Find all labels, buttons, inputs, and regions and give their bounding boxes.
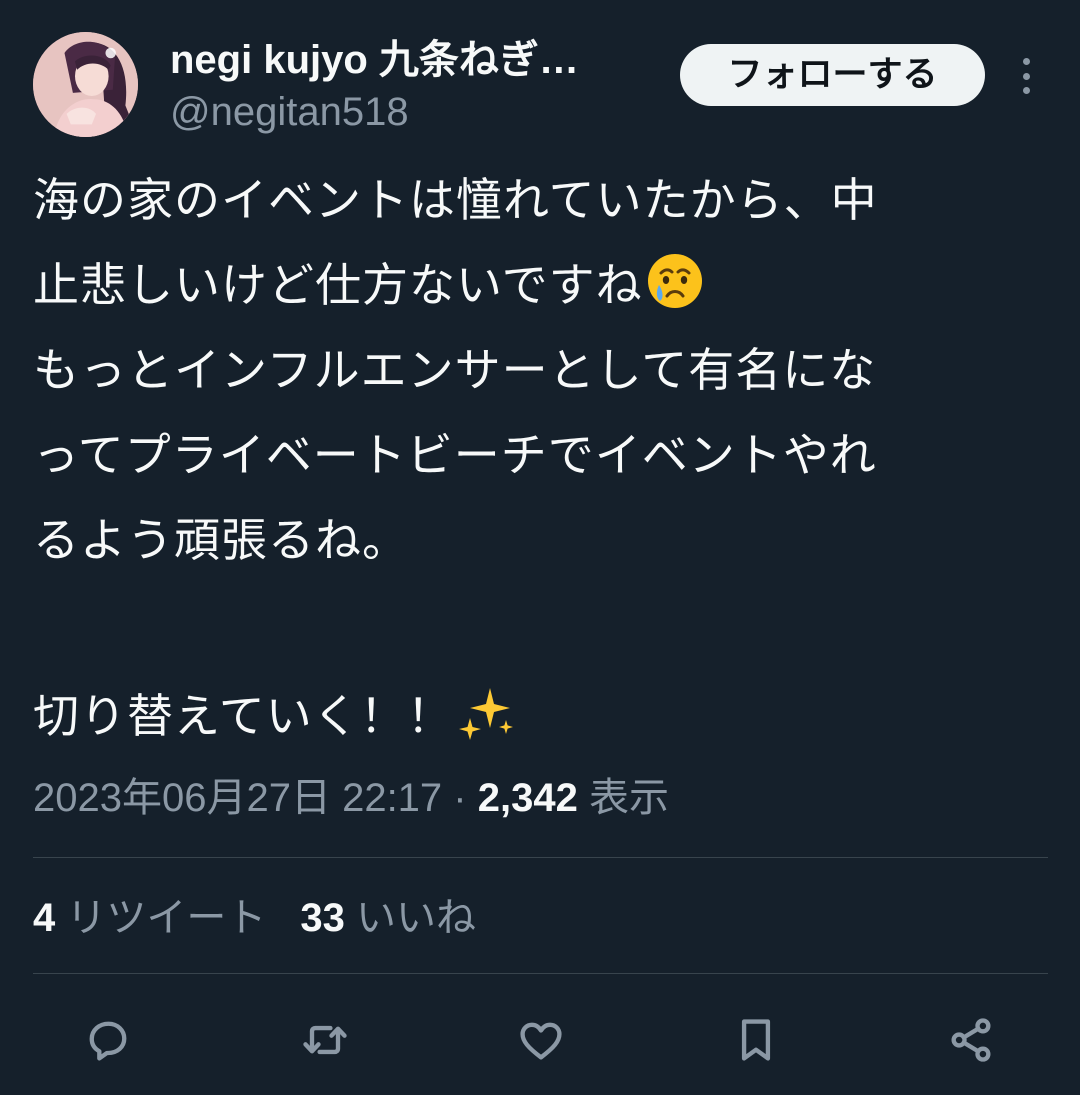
tweet-text-line: ってプライベートビーチでイベントやれ xyxy=(33,428,877,482)
tweet-text-line: 海の家のイベントは憧れていたから、中 xyxy=(33,173,878,227)
tweet-text-line: 切り替えていく！！ xyxy=(33,674,1033,759)
views-label: 表示 xyxy=(577,776,669,820)
engagement-stats: 4 リツイート 33 いいね xyxy=(33,890,476,946)
tweet-text-segment: 止悲しいけど仕方ないですね xyxy=(33,258,643,312)
tweet-text-line: もっとインフルエンサーとして有名にな xyxy=(33,343,877,397)
meta-separator: · xyxy=(442,776,478,820)
tweet-text-segment: 切り替えていく！！ xyxy=(33,689,454,743)
reply-button[interactable] xyxy=(78,1010,138,1070)
retweet-button[interactable] xyxy=(295,1010,355,1070)
like-button[interactable] xyxy=(511,1010,571,1070)
tweet-meta: 2023年06月27日 22:17 · 2,342 表示 xyxy=(33,770,669,826)
likes-count: 33 xyxy=(300,896,345,940)
share-button[interactable] xyxy=(941,1010,1001,1070)
tweet-text-line: 止悲しいけど仕方ないですね xyxy=(33,243,1033,328)
bookmark-icon xyxy=(741,1019,771,1061)
divider xyxy=(33,857,1048,858)
views-count: 2,342 xyxy=(477,776,578,820)
tweet-detail: negi kujyo 九条ねぎ… @negitan518 フォローする 海の家の… xyxy=(0,0,1080,1095)
more-options-icon[interactable] xyxy=(1012,54,1040,98)
timestamp[interactable]: 2023年06月27日 22:17 xyxy=(33,776,442,820)
author-display-name[interactable]: negi kujyo 九条ねぎ… xyxy=(170,32,579,88)
tweet-text: 海の家のイベントは憧れていたから、中 止悲しいけど仕方ないですね もっとインフル… xyxy=(33,158,1033,759)
crying-face-icon xyxy=(645,251,705,338)
bookmark-button[interactable] xyxy=(726,1010,786,1070)
avatar-image xyxy=(33,32,138,137)
paragraph-break xyxy=(33,583,1033,674)
likes-stat[interactable]: 33 いいね xyxy=(300,896,476,940)
retweets-label: リツイート xyxy=(55,896,267,940)
likes-label: いいね xyxy=(344,896,476,940)
reply-icon xyxy=(89,1021,127,1061)
tweet-text-line: るよう頑張るね。 xyxy=(33,513,409,567)
author-handle[interactable]: @negitan518 xyxy=(170,86,409,138)
retweets-count: 4 xyxy=(33,896,56,940)
retweet-icon xyxy=(303,1025,347,1055)
retweets-stat[interactable]: 4 リツイート xyxy=(33,896,266,940)
sparkles-icon xyxy=(456,682,516,769)
share-icon xyxy=(951,1018,991,1062)
follow-button[interactable]: フォローする xyxy=(680,44,985,106)
avatar[interactable] xyxy=(33,32,138,137)
divider xyxy=(33,973,1048,974)
like-icon xyxy=(520,1022,562,1060)
